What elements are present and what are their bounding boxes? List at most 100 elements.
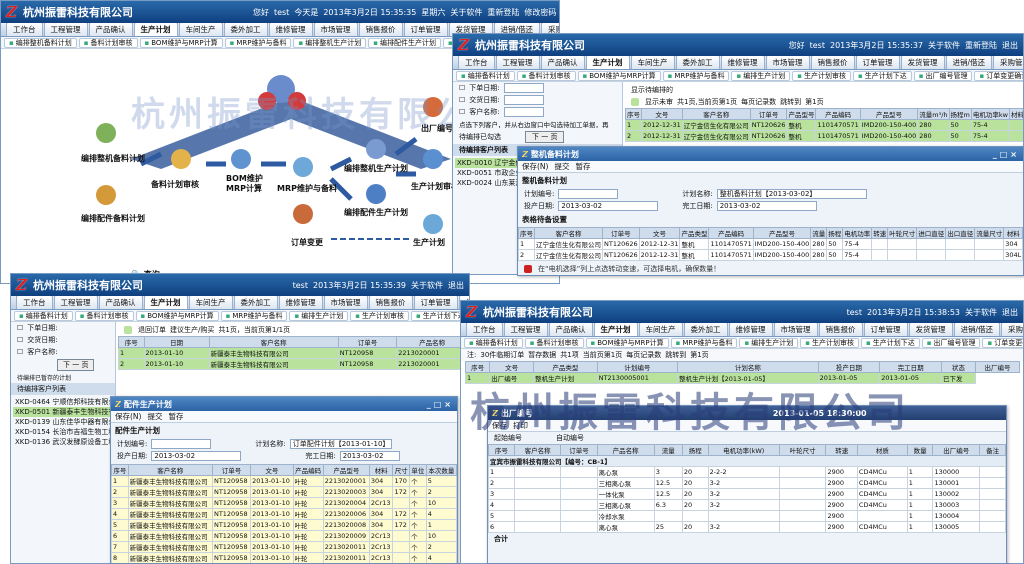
subtab-7[interactable]: 生产计划下达: [860, 337, 920, 348]
column-header[interactable]: 日期: [143, 336, 210, 348]
submit-button[interactable]: 提交: [147, 411, 162, 422]
column-header[interactable]: 材质: [856, 444, 908, 456]
tab-9[interactable]: 销售报价: [810, 56, 855, 69]
column-header[interactable]: 电机功率(kW): [707, 444, 780, 456]
node-prep-review[interactable]: 备料计划审核: [151, 179, 199, 190]
column-header[interactable]: 电机功率kw: [970, 108, 1010, 120]
column-header[interactable]: 客户名称: [681, 108, 751, 120]
table-row[interactable]: 2 新疆泰丰生物科技有限公司 NT120958 2013-01-10 叶轮 2213020…: [111, 486, 457, 498]
tab-10[interactable]: 订单管理: [413, 296, 458, 309]
column-header[interactable]: 流量m³/h: [917, 108, 950, 120]
tab-9[interactable]: 销售报价: [358, 23, 403, 36]
tab-3[interactable]: 产品确认: [98, 296, 143, 309]
column-header[interactable]: 转速: [871, 227, 889, 239]
subtab-1[interactable]: 编排备料计划: [14, 310, 73, 321]
plan-no-input[interactable]: [558, 189, 619, 199]
column-header[interactable]: 出厂编号: [932, 444, 981, 456]
tab-7[interactable]: 维修管理: [720, 56, 765, 69]
table-row[interactable]: 1 离心泵 3 20 2-2-2 2900 CD4MCu 1 130000: [488, 466, 1006, 478]
column-header[interactable]: 客户名称: [513, 444, 562, 456]
tab-4[interactable]: 生产计划: [133, 23, 178, 36]
tab-8[interactable]: 市场管理: [773, 323, 818, 336]
node-machine-prod[interactable]: 编排整机生产计划: [344, 163, 408, 174]
column-header[interactable]: 计划编号: [596, 361, 679, 373]
column-header[interactable]: 数量: [906, 444, 934, 456]
tab-2[interactable]: 工程管理: [43, 23, 88, 36]
column-header[interactable]: 产品名称: [596, 444, 655, 456]
tab-5[interactable]: 车间生产: [188, 296, 233, 309]
column-header[interactable]: 文号: [641, 108, 683, 120]
tab-3[interactable]: 产品确认: [540, 56, 585, 69]
done-date-input[interactable]: 2013-03-02: [716, 201, 817, 211]
column-header[interactable]: 产品型号: [859, 108, 919, 120]
subtab-7[interactable]: 生产计划下达: [852, 70, 912, 81]
about-link[interactable]: 关于软件: [411, 280, 443, 291]
tab-8[interactable]: 市场管理: [313, 23, 358, 36]
column-header[interactable]: 客户名称: [208, 336, 339, 348]
column-header[interactable]: 序号: [488, 444, 515, 456]
tab-4[interactable]: 生产计划: [143, 296, 188, 309]
column-header[interactable]: 转速: [825, 444, 858, 456]
column-header[interactable]: 备注: [979, 444, 1006, 456]
submit-button[interactable]: 提交: [554, 161, 569, 172]
subtab-5[interactable]: 编排生产计划: [289, 310, 349, 321]
subtab-8[interactable]: 出厂编号管理: [913, 70, 973, 81]
subtab-4[interactable]: MRP维护与备料: [220, 310, 288, 321]
column-header[interactable]: 叶轮尺寸: [778, 444, 827, 456]
column-header[interactable]: 计划名称: [677, 361, 819, 373]
subtab-6[interactable]: 编排配件生产计划: [368, 37, 441, 48]
node-serial[interactable]: 出厂编号: [421, 123, 453, 134]
save-button[interactable]: 保存(N): [115, 411, 141, 422]
table-row[interactable]: 3 一体化泵 12.5 20 3-2 2900 CD4MCu 1 130002: [488, 488, 1006, 500]
column-header[interactable]: 客户名称: [127, 464, 213, 476]
table-row[interactable]: 1 2012-12-31 辽宁金信生化有限公司 NT120626 整机 110147057…: [625, 119, 1023, 131]
subtab-3[interactable]: BOM维护与MRP计算: [577, 70, 661, 81]
column-header[interactable]: 出口直径: [945, 227, 976, 239]
subtab-6[interactable]: 生产计划审核: [792, 70, 851, 81]
table-row[interactable]: 1 新疆泰丰生物科技有限公司 NT120958 2013-01-10 叶轮 2213020…: [111, 475, 457, 487]
column-header[interactable]: 序号: [464, 361, 491, 373]
column-header[interactable]: 产品名称: [396, 336, 468, 348]
tab-2[interactable]: 工程管理: [503, 323, 548, 336]
tab-5[interactable]: 车间生产: [638, 323, 683, 336]
tab-9[interactable]: 销售报价: [818, 323, 863, 336]
table-row[interactable]: 3 新疆泰丰生物科技有限公司 NT120958 2013-01-10 叶轮 2213020…: [111, 497, 457, 509]
table-row[interactable]: 2 三相离心泵 12.5 20 3-2 2900 CD4MCu 1 130001: [488, 477, 1006, 489]
subtab-2[interactable]: 备料计划审核: [74, 310, 134, 321]
column-header[interactable]: 扬程: [681, 444, 709, 456]
relogin-link[interactable]: 重新登陆: [487, 7, 519, 18]
relogin-link[interactable]: 重新登陆: [965, 40, 997, 51]
date-input[interactable]: [503, 95, 544, 105]
table-row[interactable]: 1 2013-01-10 新疆泰丰生物科技有限公司 NT120958 221302000…: [118, 347, 468, 359]
column-header[interactable]: 序号: [518, 227, 535, 239]
exit-link[interactable]: 退出: [1002, 40, 1018, 51]
start-date-input[interactable]: 2013-03-02: [558, 201, 659, 211]
tab-1[interactable]: 工作台: [466, 323, 503, 336]
column-header[interactable]: 本次数量: [425, 464, 457, 476]
tab-6[interactable]: 委外加工: [233, 296, 278, 309]
stash-button[interactable]: 暂存: [575, 161, 590, 172]
column-header[interactable]: 产品编码: [815, 108, 861, 120]
subtab-2[interactable]: 备料计划审核: [524, 337, 584, 348]
column-header[interactable]: 扬程: [826, 227, 844, 239]
subtab-1[interactable]: 编排备料计划: [456, 70, 515, 81]
exit-link[interactable]: 退出: [448, 280, 464, 291]
column-header[interactable]: 产品型号: [752, 227, 812, 239]
save-button[interactable]: 保存(N): [522, 161, 548, 172]
column-header[interactable]: 文号: [250, 464, 294, 476]
table-row[interactable]: 2 2012-12-31 辽宁金信生化有限公司 NT120626 整机 110147057…: [625, 130, 1023, 142]
node-mrp-maint[interactable]: MRP维护与备料: [277, 183, 337, 194]
column-header[interactable]: 订单号: [337, 336, 398, 348]
subtab-1[interactable]: 编排备料计划: [464, 337, 523, 348]
tab-12[interactable]: 进销/借还: [945, 56, 993, 69]
column-header[interactable]: 叶轮尺寸: [887, 227, 918, 239]
tab-10[interactable]: 订单管理: [403, 23, 448, 36]
tab-11[interactable]: 发货管理: [900, 56, 945, 69]
tab-6[interactable]: 委外加工: [223, 23, 268, 36]
tab-13[interactable]: 采购管理: [993, 56, 1023, 69]
column-header[interactable]: 客户名称: [534, 227, 603, 239]
toolbar-item-7[interactable]: 跳转到: [665, 350, 686, 360]
column-header[interactable]: 订单号: [211, 464, 252, 476]
table-row[interactable]: 2 2013-01-10 新疆泰丰生物科技有限公司 NT120958 221302000…: [118, 358, 468, 370]
subtab-3[interactable]: BOM维护与MRP计算: [585, 337, 669, 348]
